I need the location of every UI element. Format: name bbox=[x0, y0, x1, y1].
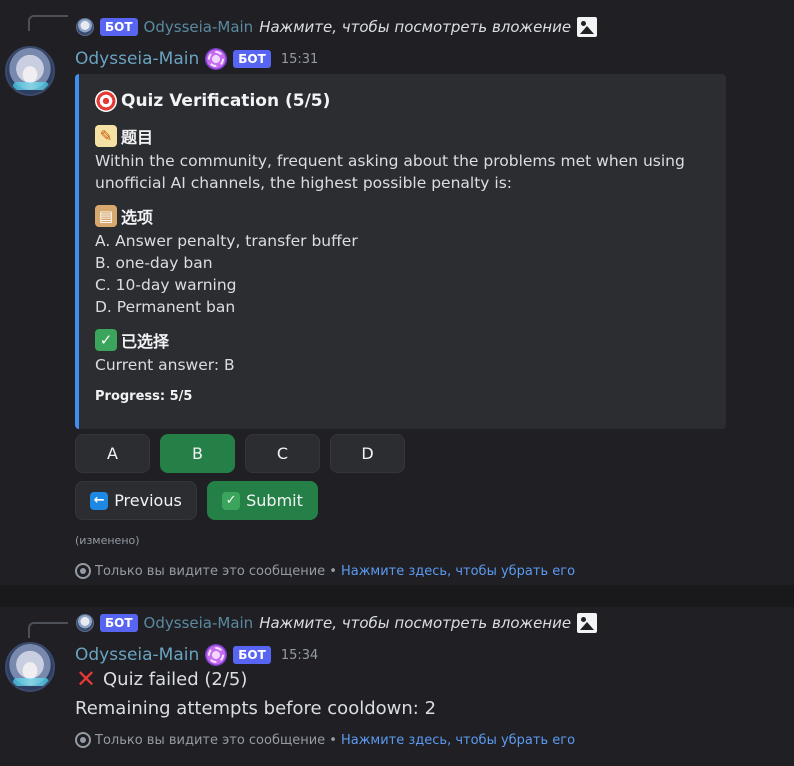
previous-label: Previous bbox=[114, 491, 182, 510]
reply-connector bbox=[28, 15, 68, 31]
author-avatar[interactable] bbox=[5, 642, 55, 692]
question-text: Within the community, frequent asking ab… bbox=[95, 152, 685, 192]
bot-tag: БОТ bbox=[233, 50, 271, 68]
selected-heading-text: 已选择 bbox=[121, 332, 170, 351]
timestamp: 15:31 bbox=[280, 51, 319, 67]
question-heading: ✎ 题目 bbox=[95, 124, 710, 148]
role-badge-icon bbox=[205, 644, 228, 666]
reply-preview[interactable]: БОТ Odysseia-Main Нажмите, чтобы посмотр… bbox=[76, 613, 598, 633]
edited-label: (изменено) bbox=[75, 534, 140, 547]
options-heading: ▤ 选项 bbox=[95, 204, 710, 228]
progress-text: Progress: 5/5 bbox=[95, 389, 193, 404]
author-avatar[interactable] bbox=[5, 46, 55, 96]
reply-author-name[interactable]: Odysseia-Main bbox=[144, 18, 254, 36]
reply-bot-tag: БОТ bbox=[100, 614, 138, 632]
ephemeral-notice: Только вы видите это сообщение • Нажмите… bbox=[75, 561, 575, 581]
embed-title: Quiz Verification (5/5) bbox=[95, 90, 710, 112]
left-arrow-icon: ← bbox=[90, 491, 109, 510]
previous-button[interactable]: ← Previous bbox=[75, 481, 197, 520]
ephemeral-notice: Только вы видите это сообщение • Нажмите… bbox=[75, 730, 575, 750]
ephemeral-text: Только вы видите это сообщение • bbox=[95, 732, 337, 748]
submit-label: Submit bbox=[246, 491, 303, 510]
answer-b-button[interactable]: B bbox=[160, 434, 235, 473]
option-d: D. Permanent ban bbox=[95, 298, 236, 316]
eye-icon bbox=[75, 732, 91, 748]
option-a: A. Answer penalty, transfer buffer bbox=[95, 232, 358, 250]
remaining-attempts: Remaining attempts before cooldown: 2 bbox=[75, 698, 437, 719]
message-separator bbox=[0, 585, 794, 607]
reply-author-name[interactable]: Odysseia-Main bbox=[144, 614, 254, 632]
eye-icon bbox=[75, 563, 91, 579]
result-text: Quiz failed (2/5) bbox=[103, 668, 248, 690]
quiz-embed: Quiz Verification (5/5) ✎ 题目 Within the … bbox=[75, 74, 726, 429]
question-heading-text: 题目 bbox=[121, 128, 154, 147]
reply-connector bbox=[28, 622, 68, 638]
check-icon: ✓ bbox=[95, 329, 117, 351]
role-badge-icon bbox=[205, 48, 228, 70]
option-b: B. one-day ban bbox=[95, 254, 213, 272]
dismiss-link[interactable]: Нажмите здесь, чтобы убрать его bbox=[341, 733, 575, 748]
reply-text[interactable]: Нажмите, чтобы посмотреть вложение bbox=[259, 614, 571, 632]
message-header: Odysseia-Main БОТ 15:31 bbox=[75, 47, 318, 71]
timestamp: 15:34 bbox=[280, 647, 319, 663]
image-icon bbox=[577, 613, 598, 633]
author-name[interactable]: Odysseia-Main bbox=[75, 645, 199, 665]
embed-title-text: Quiz Verification (5/5) bbox=[121, 91, 331, 111]
dismiss-link[interactable]: Нажмите здесь, чтобы убрать его bbox=[341, 564, 575, 579]
selected-heading: ✓ 已选择 bbox=[95, 328, 710, 352]
ephemeral-text: Только вы видите это сообщение • bbox=[95, 563, 337, 579]
check-icon: ✓ bbox=[222, 491, 241, 510]
target-icon bbox=[95, 90, 117, 112]
image-icon bbox=[577, 17, 598, 37]
options-list: A. Answer penalty, transfer buffer B. on… bbox=[95, 230, 710, 318]
submit-button[interactable]: ✓ Submit bbox=[207, 481, 318, 520]
reply-text[interactable]: Нажмите, чтобы посмотреть вложение bbox=[259, 18, 571, 36]
cross-icon: ✕ bbox=[75, 665, 97, 693]
options-heading-text: 选项 bbox=[121, 208, 154, 227]
memo-icon: ✎ bbox=[95, 125, 117, 147]
reply-bot-tag: БОТ bbox=[100, 18, 138, 36]
answer-a-button[interactable]: A bbox=[75, 434, 150, 473]
bot-tag: БОТ bbox=[233, 646, 271, 664]
message-header: Odysseia-Main БОТ 15:34 bbox=[75, 643, 318, 667]
answer-c-button[interactable]: C bbox=[245, 434, 320, 473]
message-quiz-verification: БОТ Odysseia-Main Нажмите, чтобы посмотр… bbox=[0, 0, 794, 585]
reply-preview[interactable]: БОТ Odysseia-Main Нажмите, чтобы посмотр… bbox=[76, 17, 598, 37]
answer-d-button[interactable]: D bbox=[330, 434, 405, 473]
result-line: ✕ Quiz failed (2/5) bbox=[75, 665, 248, 693]
reply-avatar bbox=[76, 18, 94, 36]
option-c: C. 10-day warning bbox=[95, 276, 237, 294]
clipboard-icon: ▤ bbox=[95, 205, 117, 227]
message-quiz-result: БОТ Odysseia-Main Нажмите, чтобы посмотр… bbox=[0, 607, 794, 766]
reply-avatar bbox=[76, 614, 94, 632]
author-name[interactable]: Odysseia-Main bbox=[75, 49, 199, 69]
current-answer: Current answer: B bbox=[95, 356, 235, 374]
